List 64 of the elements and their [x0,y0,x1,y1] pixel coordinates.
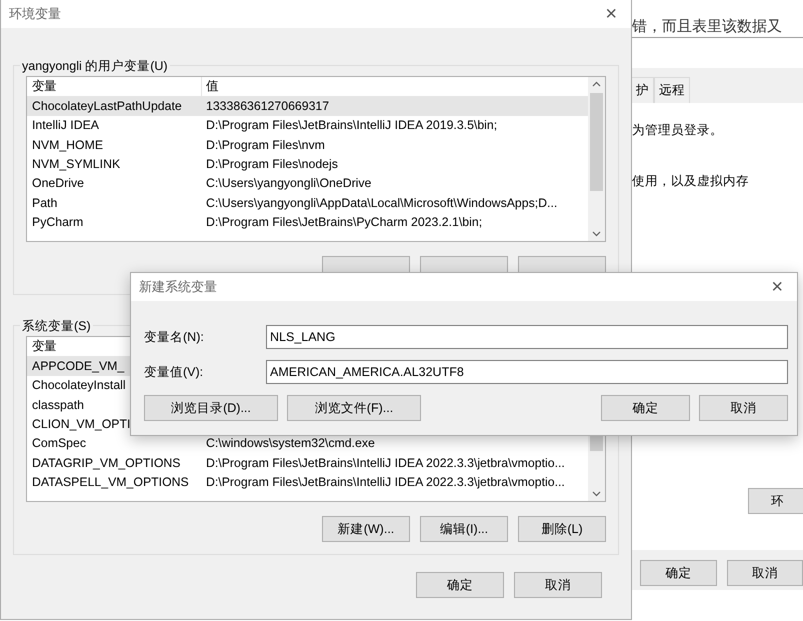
list-row[interactable]: OneDrive C:\Users\yangyongli\OneDrive [27,174,588,194]
variable-name: ComSpec [32,436,86,450]
variable-name: NVM_SYMLINK [32,157,120,172]
variable-value: C:\windows\system32\cmd.exe [205,435,375,452]
variable-name: NVM_HOME [32,138,104,152]
field-label: 变量值(V): [144,364,204,381]
tab[interactable]: 远程 [654,77,690,103]
new-button[interactable]: 新建(W)... [322,516,410,542]
variable-name: OneDrive [32,176,84,190]
ok-button[interactable]: 确定 [416,572,504,598]
variable-value: D:\Program Files\JetBrains\IntelliJ IDEA 2019.3.5\bin; [205,117,498,134]
list-row[interactable]: ChocolateyLastPathUpdate 133386361270669317 [27,96,588,116]
scroll-down-icon[interactable] [592,231,601,237]
dialog-button[interactable]: 确定 [601,395,690,421]
variable-name: IntelliJ IDEA [32,118,99,132]
variable-name: Path [32,196,58,210]
variable-value: D:\Program Files\nvm [205,136,325,154]
list-row[interactable]: NVM_HOME D:\Program Files\nvm [27,135,588,155]
list-row[interactable]: DATASPELL_VM_OPTIONS D:\Program Files\JetBrains\IntelliJ IDEA 2022.3.3\jetbra\vmoptio... [27,472,588,492]
browse-button[interactable]: 浏览目录(D)... [144,395,278,421]
list-row[interactable]: DATAGRIP_VM_OPTIONS D:\Program Files\JetBrains\IntelliJ IDEA 2022.3.3\jetbra\vmoptio... [27,453,588,473]
variable-value: D:\Program Files\JetBrains\IntelliJ IDEA 2022.3.3\jetbra\vmoptio... [205,474,565,492]
environment-button[interactable]: 环 [748,488,803,514]
close-button[interactable]: × [765,277,789,297]
input-field[interactable]: NLS_LANG [266,325,788,349]
cancel-button[interactable]: 取消 [726,560,803,586]
browse-button[interactable]: 浏览文件(F)... [287,395,421,421]
list-row[interactable]: Path C:\Users\yangyongli\AppData\Local\Microsoft\WindowsApps;D... [27,193,588,213]
variable-name: PyCharm [32,215,84,230]
ok-button[interactable]: 确定 [640,560,716,586]
window-title: 环境变量 [9,5,61,24]
variable-value: C:\Users\yangyongli\AppData\Local\Microsoft\WindowsApps;D... [205,194,558,212]
dialog-button[interactable]: 取消 [699,395,788,421]
variable-value: C:\Users\yangyongli\OneDrive [205,175,372,192]
delete-button[interactable]: 删除(L) [518,516,606,542]
close-button[interactable]: × [599,4,623,24]
scrollbar[interactable] [588,77,605,241]
description-text: 使用，以及虚拟内存 [632,172,750,190]
group-label: 系统变量(S) [20,317,93,336]
list-row[interactable]: PyCharm D:\Program Files\JetBrains\PyCharm 2023.2.1\bin; [27,212,588,232]
variable-name: DATAGRIP_VM_OPTIONS [32,456,180,470]
scroll-down-icon[interactable] [592,491,601,497]
variable-value: 133386361270669317 [205,98,330,115]
column-header[interactable]: 值 [202,77,218,96]
scroll-thumb[interactable] [590,93,603,191]
tab[interactable]: 护 [632,77,654,103]
list-row[interactable]: ComSpec C:\windows\system32\cmd.exe [27,434,588,454]
variable-value: D:\Program Files\JetBrains\IntelliJ IDEA 2022.3.3\jetbra\vmoptio... [205,454,565,472]
list-row[interactable]: NVM_SYMLINK D:\Program Files\nodejs [27,154,588,174]
cancel-button[interactable]: 取消 [514,572,602,598]
variable-name: DATASPELL_VM_OPTIONS [32,475,189,490]
variable-name: APPCODE_VM_ [32,358,124,373]
variable-name: CLION_VM_OPTI [32,417,130,432]
list-row[interactable]: IntelliJ IDEA D:\Program Files\JetBrains\IntelliJ IDEA 2019.3.5\bin; [27,116,588,136]
variable-name: ChocolateyInstall [32,378,126,392]
description-text: 为管理员登录。 [632,122,724,139]
input-field[interactable]: AMERICAN_AMERICA.AL32UTF8 [266,360,788,384]
dialog-title: 新建系统变量 [139,278,217,296]
variable-value: D:\Program Files\JetBrains\PyCharm 2023.2.1\bin; [205,214,482,232]
group-label: yangyongli 的用户变量(U) [20,57,170,76]
edit-button[interactable]: 编辑(I)... [420,516,508,542]
scroll-up-icon[interactable] [592,81,601,87]
variable-value: D:\Program Files\nodejs [205,156,338,174]
variable-name: ChocolateyLastPathUpdate [32,98,182,113]
